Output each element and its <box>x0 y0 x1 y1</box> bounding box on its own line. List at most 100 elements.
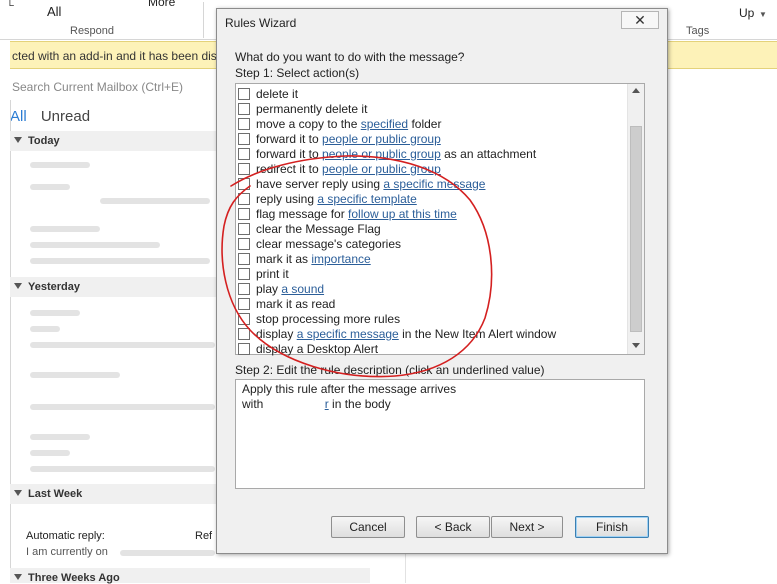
message-subject-right: Ref <box>195 530 213 542</box>
scroll-thumb[interactable] <box>630 126 642 332</box>
blurred-text <box>30 372 120 378</box>
action-checkbox[interactable] <box>238 268 250 280</box>
view-filters: All Unread <box>10 108 100 125</box>
action-checkbox[interactable] <box>238 148 250 160</box>
message-subject: Automatic reply: <box>26 530 105 542</box>
action-checkbox[interactable] <box>238 103 250 115</box>
cancel-button[interactable]: Cancel <box>331 516 405 538</box>
action-row[interactable]: forward it to people or public group as … <box>238 147 536 162</box>
dialog-titlebar: Rules Wizard ✕ <box>217 9 667 35</box>
blurred-text <box>30 404 215 410</box>
action-link[interactable]: follow up at this time <box>348 207 457 221</box>
blurred-text <box>30 466 215 472</box>
action-checkbox[interactable] <box>238 313 250 325</box>
actions-scrollbar[interactable] <box>627 84 644 354</box>
finish-button[interactable]: Finish <box>575 516 649 538</box>
action-checkbox[interactable] <box>238 223 250 235</box>
action-text: reply using <box>256 192 318 206</box>
action-text: as an attachment <box>440 147 537 161</box>
action-text: in the New Item Alert window <box>398 327 557 341</box>
next-label: Next > <box>509 520 545 534</box>
action-text: forward it to <box>256 147 323 161</box>
specific-words-link[interactable]: r <box>267 397 329 411</box>
action-link[interactable]: a sound <box>281 282 324 296</box>
respond-group-label: Respond <box>70 25 115 37</box>
action-link[interactable]: a specific template <box>317 192 416 206</box>
action-row[interactable]: clear message's categories <box>238 237 401 252</box>
action-row[interactable]: print it <box>238 267 289 282</box>
question-label: What do you want to do with the message? <box>235 50 465 64</box>
rules-wizard-dialog: Rules Wizard ✕ What do you want to do wi… <box>216 8 668 554</box>
next-button[interactable]: Next > <box>491 516 563 538</box>
action-text: play <box>256 282 282 296</box>
action-link[interactable]: a specific message <box>383 177 485 191</box>
action-link[interactable]: people or public group <box>322 147 441 161</box>
action-row[interactable]: forward it to people or public group <box>238 132 441 147</box>
more-button[interactable]: More <box>148 0 175 9</box>
action-row[interactable]: permanently delete it <box>238 102 367 117</box>
back-button[interactable]: < Back <box>416 516 490 538</box>
action-checkbox[interactable] <box>238 178 250 190</box>
action-row[interactable]: delete it <box>238 87 298 102</box>
chevron-down-icon: ▼ <box>759 10 767 19</box>
action-row[interactable]: mark it as read <box>238 297 335 312</box>
finish-label: Finish <box>595 520 628 534</box>
action-text: stop processing more rules <box>256 312 401 326</box>
collapse-icon <box>14 490 22 496</box>
action-row[interactable]: display a Desktop Alert <box>238 342 378 357</box>
action-checkbox[interactable] <box>238 283 250 295</box>
action-checkbox[interactable] <box>238 343 250 355</box>
message-list-border <box>10 100 11 583</box>
action-link[interactable]: importance <box>311 252 370 266</box>
action-checkbox[interactable] <box>238 118 250 130</box>
filter-all[interactable]: All <box>10 108 27 125</box>
collapse-icon <box>14 574 22 580</box>
actions-list[interactable]: delete it permanently delete it move a cop… <box>235 83 645 357</box>
action-checkbox[interactable] <box>238 88 250 100</box>
description-text: in the body <box>328 397 391 411</box>
blurred-text <box>30 184 70 190</box>
action-row[interactable]: mark it as importance <box>238 252 371 267</box>
action-row[interactable]: reply using a specific template <box>238 192 417 207</box>
action-row[interactable]: have server reply using a specific messa… <box>238 177 485 192</box>
action-checkbox[interactable] <box>238 133 250 145</box>
action-row[interactable]: clear the Message Flag <box>238 222 381 237</box>
action-row[interactable]: play a sound <box>238 282 324 297</box>
all-button[interactable]: All <box>47 4 61 19</box>
action-link[interactable]: specified <box>361 117 408 131</box>
blurred-text <box>30 226 100 232</box>
action-row[interactable]: stop processing more rules <box>238 312 400 327</box>
ribbon-separator <box>203 2 204 38</box>
scroll-up-icon[interactable] <box>632 88 640 93</box>
action-checkbox[interactable] <box>238 298 250 310</box>
action-link[interactable]: people or public group <box>322 132 441 146</box>
filter-unread[interactable]: Unread <box>41 108 90 125</box>
action-row[interactable]: display a specific message in the New It… <box>238 327 556 342</box>
group-header-three-weeks-ago[interactable]: Three Weeks Ago <box>10 568 370 584</box>
action-checkbox[interactable] <box>238 208 250 220</box>
action-checkbox[interactable] <box>238 193 250 205</box>
action-row[interactable]: flag message for follow up at this time <box>238 207 457 222</box>
close-button[interactable]: ✕ <box>621 11 659 29</box>
action-checkbox[interactable] <box>238 238 250 250</box>
action-checkbox[interactable] <box>238 328 250 340</box>
blurred-text <box>100 198 210 204</box>
action-text: redirect it to <box>256 162 323 176</box>
action-checkbox[interactable] <box>238 163 250 175</box>
action-link[interactable]: people or public group <box>322 162 441 176</box>
action-checkbox[interactable] <box>238 253 250 265</box>
action-link[interactable]: a specific message <box>297 327 399 341</box>
action-text: clear message's categories <box>256 237 402 251</box>
action-row[interactable]: move a copy to the specified folder <box>238 117 441 132</box>
action-text: have server reply using <box>256 177 384 191</box>
blurred-text <box>120 550 215 556</box>
action-row[interactable]: redirect it to people or public group <box>238 162 441 177</box>
blurred-text <box>30 310 80 316</box>
action-text: clear the Message Flag <box>256 222 381 236</box>
scroll-down-icon[interactable] <box>632 343 640 348</box>
blurred-text <box>30 434 90 440</box>
up-button[interactable]: Up <box>739 6 754 20</box>
collapse-icon <box>14 137 22 143</box>
search-placeholder: Search Current Mailbox (Ctrl+E) <box>12 80 184 94</box>
collapse-icon <box>14 283 22 289</box>
